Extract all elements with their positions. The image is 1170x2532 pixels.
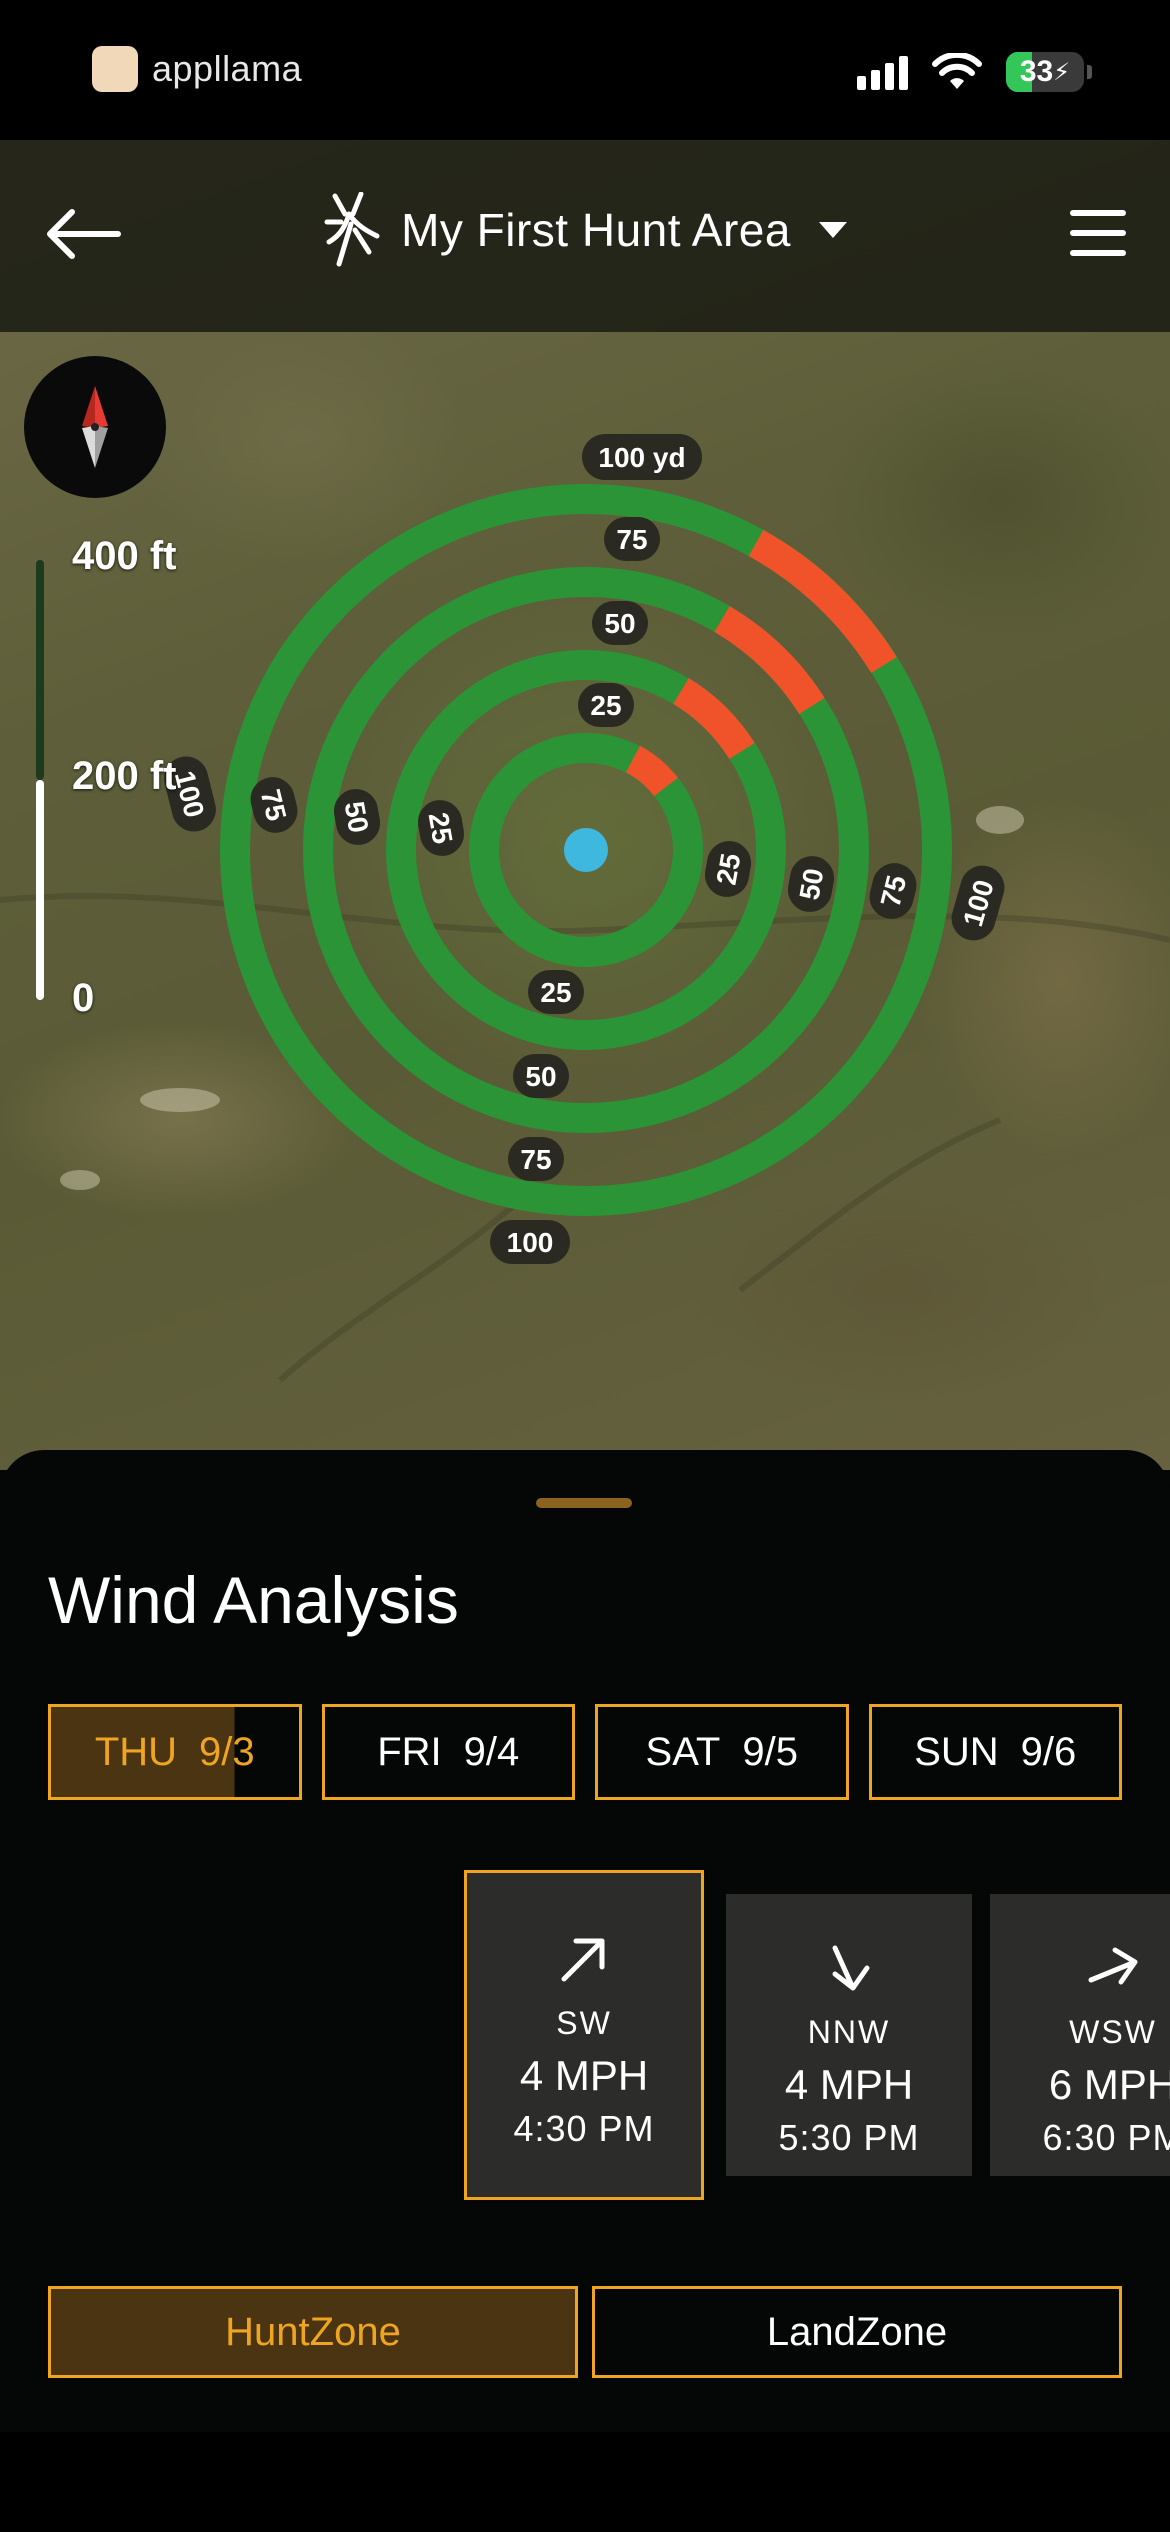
sheet-grabber[interactable] (536, 1498, 632, 1508)
wind-time: 4:30 PM (513, 2108, 655, 2149)
compass-button[interactable] (24, 356, 166, 498)
range-rings: 100 yd 75 50 25 25 50 75 100 25 50 75 10… (0, 434, 1170, 1383)
brand: appllama (92, 46, 302, 92)
huntzone-button[interactable]: HuntZone (48, 2286, 578, 2378)
warning-arc-50 (672, 678, 755, 760)
elevation-scale (36, 560, 48, 1000)
ring-label-25: 25 (540, 977, 571, 1008)
top-nav-bar: My First Hunt Area (0, 140, 1170, 332)
wind-time: 6:30 PM (1042, 2117, 1170, 2158)
wind-forecast-carousel[interactable]: SW 4 MPH 4:30 PM NNW 4 MPH 5:30 PM WSW 6… (0, 1870, 1170, 2210)
ring-label-100: 100 (507, 1227, 554, 1258)
day-label: FRI (377, 1729, 442, 1774)
hunt-location-marker (564, 828, 608, 872)
ring-label-50: 50 (339, 799, 375, 835)
ring-label-50: 50 (604, 608, 635, 639)
day-tab-sat[interactable]: SAT 9/5 (595, 1704, 849, 1800)
hunt-area-title: My First Hunt Area (401, 204, 791, 256)
day-date: 9/5 (742, 1729, 798, 1774)
hunter-logo-icon (324, 192, 380, 267)
ring-label-25: 25 (423, 810, 459, 846)
status-bar: appllama 33 ⚡ (0, 0, 1170, 140)
scale-fill (36, 780, 44, 1000)
zone-toggle: HuntZone LandZone (48, 2286, 1122, 2378)
wind-direction-arrow-icon (1088, 1947, 1138, 1985)
ring-label-50: 50 (794, 866, 830, 902)
wifi-icon (932, 53, 982, 89)
day-tab-sun[interactable]: SUN 9/6 (868, 1704, 1122, 1800)
label-100yd: 100 yd (582, 434, 702, 480)
ring-label-75: 75 (616, 524, 647, 555)
chevron-down-icon (818, 222, 847, 238)
scale-label-zero: 0 (72, 976, 95, 1020)
status-icons: 33 ⚡ (857, 52, 1092, 92)
ring-label-50: 50 (525, 1061, 556, 1092)
battery-icon: 33 ⚡ (1006, 52, 1084, 92)
hunt-area-selector[interactable]: My First Hunt Area (0, 192, 1170, 268)
llama-logo-icon (92, 46, 138, 92)
scale-label-mid: 200 ft (72, 754, 177, 798)
wind-direction: NNW (807, 2014, 891, 2050)
brand-name: appllama (152, 48, 303, 89)
compass-icon (82, 386, 108, 468)
day-tab-thu[interactable]: THU 9/3 (48, 1704, 302, 1800)
scale-label-top: 400 ft (72, 534, 177, 578)
day-date: 9/6 (1020, 1729, 1077, 1774)
cellular-signal-icon (857, 54, 908, 90)
warning-arc-75 (714, 606, 825, 715)
day-label: THU (94, 1729, 178, 1774)
battery-percent: 33 ⚡ (1019, 55, 1071, 88)
wind-time: 5:30 PM (778, 2117, 920, 2158)
warning-arc-25 (625, 745, 678, 797)
wind-card[interactable]: NNW 4 MPH 5:30 PM (726, 1894, 972, 2176)
landzone-button[interactable]: LandZone (592, 2286, 1122, 2378)
wind-direction: SW (556, 2005, 612, 2041)
day-label: SUN (914, 1729, 999, 1774)
wind-speed: 6 MPH (1048, 2061, 1170, 2108)
satellite-map[interactable]: 100 yd 75 50 25 25 50 75 100 25 50 75 10… (0, 140, 1170, 1470)
svg-text:100 yd: 100 yd (598, 442, 685, 473)
day-label: SAT (645, 1729, 721, 1774)
wind-analysis-sheet: Wind Analysis THU 9/3 FRI 9/4 SAT 9/5 SU… (0, 1450, 1170, 2432)
scale-track (36, 560, 44, 780)
ring-label-25: 25 (590, 690, 621, 721)
day-date: 9/4 (463, 1729, 520, 1774)
day-date: 9/3 (199, 1729, 255, 1774)
wind-card[interactable]: SW 4 MPH 4:30 PM (464, 1870, 704, 2200)
wind-direction: WSW (1069, 2014, 1157, 2050)
wind-speed: 4 MPH (519, 2052, 649, 2099)
home-indicator-area (0, 2432, 1170, 2532)
sheet-title: Wind Analysis (48, 1563, 459, 1637)
day-tabs: THU 9/3 FRI 9/4 SAT 9/5 SUN 9/6 (48, 1704, 1122, 1800)
wind-card[interactable]: WSW 6 MPH 6:30 PM (990, 1894, 1170, 2176)
wind-direction-arrow-icon (832, 1945, 870, 1991)
ring-label-25: 25 (711, 851, 747, 887)
hamburger-menu-icon[interactable] (1070, 210, 1126, 256)
wind-speed: 4 MPH (784, 2061, 914, 2108)
day-tab-fri[interactable]: FRI 9/4 (321, 1704, 575, 1800)
wind-direction-arrow-icon (561, 1938, 605, 1982)
ring-label-75: 75 (520, 1144, 551, 1175)
